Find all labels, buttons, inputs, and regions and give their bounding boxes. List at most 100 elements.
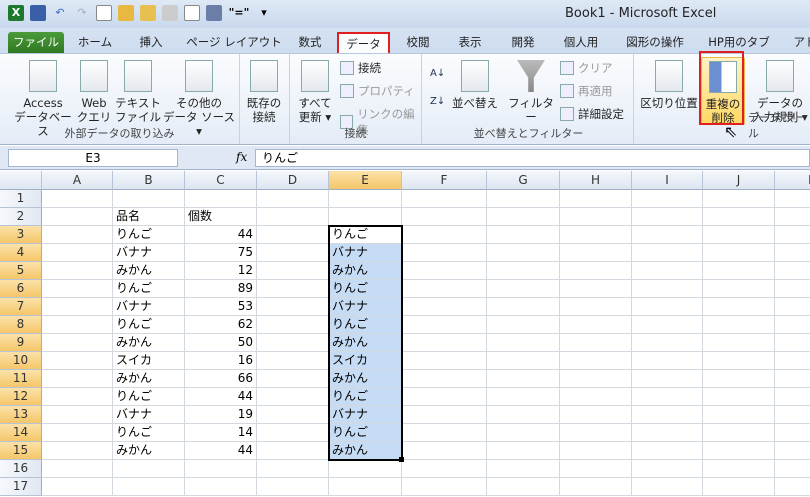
- cell[interactable]: [632, 226, 703, 244]
- cell[interactable]: [775, 226, 810, 244]
- cell[interactable]: [257, 244, 329, 262]
- cell[interactable]: [402, 460, 487, 478]
- cell[interactable]: [560, 280, 632, 298]
- cell[interactable]: [329, 190, 402, 208]
- tab-view[interactable]: 表示: [450, 32, 490, 53]
- cell[interactable]: 12: [185, 262, 257, 280]
- cell[interactable]: [257, 460, 329, 478]
- cell[interactable]: スイカ: [113, 352, 185, 370]
- cell[interactable]: [257, 316, 329, 334]
- cell[interactable]: [257, 262, 329, 280]
- row-header-3[interactable]: 3: [0, 226, 42, 244]
- cell[interactable]: [402, 424, 487, 442]
- cell[interactable]: りんご: [113, 226, 185, 244]
- cell[interactable]: [487, 442, 560, 460]
- cell[interactable]: [703, 244, 775, 262]
- tab-personal[interactable]: 個人用: [558, 32, 604, 53]
- cell[interactable]: [775, 298, 810, 316]
- cell[interactable]: [329, 478, 402, 496]
- cell[interactable]: [703, 298, 775, 316]
- cell[interactable]: [487, 370, 560, 388]
- tab-page-layout[interactable]: ページ レイアウト: [184, 32, 284, 53]
- cell[interactable]: [632, 388, 703, 406]
- cell[interactable]: [487, 352, 560, 370]
- column-header-g[interactable]: G: [487, 171, 560, 190]
- row-header-5[interactable]: 5: [0, 262, 42, 280]
- cell[interactable]: [487, 226, 560, 244]
- cell[interactable]: [402, 280, 487, 298]
- cell[interactable]: [487, 298, 560, 316]
- cell[interactable]: [703, 424, 775, 442]
- cell[interactable]: [560, 190, 632, 208]
- sort-descending-button[interactable]: Z↓: [430, 96, 445, 107]
- cell[interactable]: [703, 190, 775, 208]
- cell[interactable]: [402, 442, 487, 460]
- tab-data[interactable]: データ: [337, 32, 390, 53]
- cell[interactable]: [42, 244, 113, 262]
- undo-icon[interactable]: ↶: [52, 5, 68, 21]
- cell[interactable]: みかん: [113, 334, 185, 352]
- row-header-17[interactable]: 17: [0, 478, 42, 496]
- cell[interactable]: [402, 244, 487, 262]
- cell[interactable]: [402, 316, 487, 334]
- cell[interactable]: 44: [185, 226, 257, 244]
- cell[interactable]: [560, 424, 632, 442]
- cell[interactable]: [775, 460, 810, 478]
- cell[interactable]: [257, 334, 329, 352]
- select-all-corner[interactable]: [0, 171, 42, 190]
- cell[interactable]: 19: [185, 406, 257, 424]
- cell[interactable]: 75: [185, 244, 257, 262]
- cell[interactable]: [632, 262, 703, 280]
- cell[interactable]: [703, 334, 775, 352]
- cell[interactable]: [42, 478, 113, 496]
- cell[interactable]: [703, 370, 775, 388]
- cell[interactable]: [632, 424, 703, 442]
- cell[interactable]: [402, 388, 487, 406]
- refresh-all-button[interactable]: すべて 更新 ▾: [294, 60, 336, 124]
- cell[interactable]: りんご: [113, 316, 185, 334]
- cell[interactable]: [42, 460, 113, 478]
- cell[interactable]: [42, 190, 113, 208]
- customize-icon[interactable]: ▾: [256, 5, 272, 21]
- cell[interactable]: [775, 388, 810, 406]
- save-as-icon[interactable]: [206, 5, 222, 21]
- cell[interactable]: [632, 244, 703, 262]
- header-cell[interactable]: 品名: [113, 208, 185, 226]
- cell[interactable]: [257, 442, 329, 460]
- excel-logo-icon[interactable]: X: [8, 5, 24, 21]
- tab-addins[interactable]: アド: [790, 32, 810, 53]
- column-header-a[interactable]: A: [42, 171, 113, 190]
- cell[interactable]: [775, 352, 810, 370]
- row-header-9[interactable]: 9: [0, 334, 42, 352]
- cell[interactable]: [42, 388, 113, 406]
- cell[interactable]: [632, 370, 703, 388]
- cell[interactable]: みかん: [113, 262, 185, 280]
- cell[interactable]: [257, 208, 329, 226]
- cell[interactable]: [775, 370, 810, 388]
- cell[interactable]: [402, 208, 487, 226]
- row-header-11[interactable]: 11: [0, 370, 42, 388]
- cell[interactable]: [560, 334, 632, 352]
- tab-developer[interactable]: 開発: [503, 32, 543, 53]
- column-header-f[interactable]: F: [402, 171, 487, 190]
- column-header-j[interactable]: J: [703, 171, 775, 190]
- cell[interactable]: [632, 352, 703, 370]
- filter-button[interactable]: フィルター: [506, 60, 556, 124]
- cell[interactable]: [775, 442, 810, 460]
- cell[interactable]: 16: [185, 352, 257, 370]
- cell[interactable]: バナナ: [113, 406, 185, 424]
- text-file-button[interactable]: テキスト ファイル: [114, 60, 162, 124]
- cell[interactable]: [257, 370, 329, 388]
- cell[interactable]: [775, 334, 810, 352]
- cell[interactable]: [487, 190, 560, 208]
- cell[interactable]: 44: [185, 388, 257, 406]
- cell[interactable]: [185, 190, 257, 208]
- cell[interactable]: [560, 226, 632, 244]
- header-cell[interactable]: 個数: [185, 208, 257, 226]
- tab-file[interactable]: ファイル: [8, 32, 64, 53]
- cell[interactable]: [560, 352, 632, 370]
- open-icon[interactable]: [118, 5, 134, 21]
- cell[interactable]: 44: [185, 442, 257, 460]
- cell[interactable]: [632, 406, 703, 424]
- existing-connections-button[interactable]: 既存の 接続: [242, 60, 286, 124]
